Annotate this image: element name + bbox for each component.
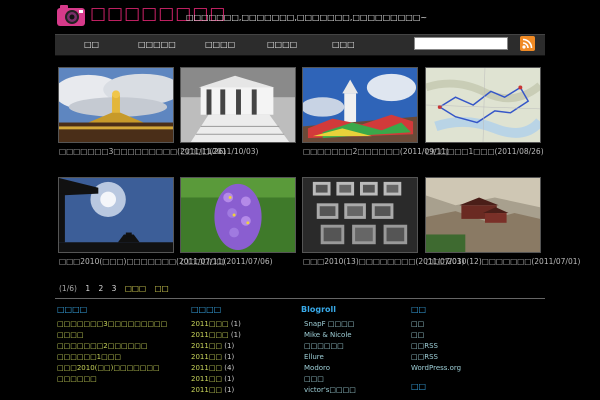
post-thumbnail-1[interactable] bbox=[58, 67, 174, 143]
pagination: (1/6) 1 2 3 □□□ □□ bbox=[59, 284, 175, 293]
search-input[interactable] bbox=[414, 37, 508, 50]
meta-widget: □□ □□ □□ □□RSS □□RSS WordPress.org bbox=[411, 304, 531, 374]
nav-item-5[interactable]: □□□ bbox=[332, 35, 355, 55]
recent-post-link[interactable]: □□□□□□1□□□ bbox=[57, 352, 177, 363]
archives-heading: □□□□ bbox=[191, 305, 222, 314]
post-thumbnail-5[interactable] bbox=[58, 177, 174, 253]
post-title-7[interactable]: □□□2010(13)□□□□□□□□(2011/07/03) bbox=[303, 256, 465, 268]
recent-post-link[interactable]: □□□□□□ bbox=[57, 374, 177, 385]
page-link-1[interactable]: 1 bbox=[85, 284, 90, 293]
archive-link[interactable]: 2011□□□ (1) bbox=[191, 319, 311, 330]
archive-link[interactable]: 2011□□ (4) bbox=[191, 363, 311, 374]
blogroll-link[interactable]: victor's□□□□ bbox=[301, 385, 421, 396]
blogroll-link[interactable]: Mike & Nicole bbox=[301, 330, 421, 341]
meta-link[interactable]: □□ bbox=[411, 319, 531, 330]
post-thumbnail-7[interactable] bbox=[302, 177, 418, 253]
recent-post-link[interactable]: □□□□□□□3□□□□□□□□□ bbox=[57, 319, 177, 330]
post-thumbnail-3[interactable] bbox=[302, 67, 418, 143]
recent-post-link[interactable]: □□□□ bbox=[57, 330, 177, 341]
post-title-4[interactable]: □□□□□□1□□□(2011/08/26) bbox=[426, 146, 548, 158]
rss-icon[interactable] bbox=[520, 36, 535, 51]
blogroll-link[interactable]: □□□□□□ bbox=[301, 341, 421, 352]
nav-item-4[interactable]: □□□□ bbox=[267, 35, 297, 55]
recent-posts-heading: □□□□ bbox=[57, 305, 88, 314]
post-thumbnail-6[interactable] bbox=[180, 177, 296, 253]
recent-post-link[interactable]: □□□□□□□2□□□□□□ bbox=[57, 341, 177, 352]
archive-link[interactable]: 2011□□ (1) bbox=[191, 341, 311, 352]
pagination-info: (1/6) bbox=[59, 284, 77, 293]
post-title-3[interactable]: □□□□□□□2□□□□□□(2011/09/11) bbox=[303, 146, 449, 158]
archives-widget: □□□□ 2011□□□ (1) 2011□□□ (1) 2011□□ (1) … bbox=[191, 304, 311, 396]
blogroll-link[interactable]: SnapF □□□□ bbox=[301, 319, 421, 330]
meta-link[interactable]: □□ bbox=[411, 330, 531, 341]
blogroll-heading: Blogroll bbox=[301, 305, 336, 314]
page-link-2[interactable]: 2 bbox=[99, 284, 104, 293]
meta-heading: □□ bbox=[411, 305, 427, 314]
post-title-5[interactable]: □□□2010(□□□)□□□□□□□(2011/07/11) bbox=[59, 256, 225, 268]
post-title-2[interactable]: □□□□(2011/10/03) bbox=[181, 146, 303, 158]
nav-item-3[interactable]: □□□□ bbox=[205, 35, 235, 55]
blogroll-link[interactable]: Modoro bbox=[301, 363, 421, 374]
post-title-6[interactable]: □□□□□□(2011/07/06) bbox=[181, 256, 303, 268]
next-page-link[interactable]: □□□ bbox=[125, 284, 146, 293]
site-header: □□□□□□□□ □□□□□□□,□□□□□□□,□□□□□□□,□□□□□□□… bbox=[0, 0, 600, 34]
blogroll-link[interactable]: □□□ bbox=[301, 374, 421, 385]
content-divider bbox=[55, 298, 545, 299]
recent-post-link[interactable]: □□□2010(□□)□□□□□□□ bbox=[57, 363, 177, 374]
post-thumbnail-2[interactable] bbox=[180, 67, 296, 143]
nav-item-home[interactable]: □□ bbox=[84, 35, 99, 55]
site-tagline: □□□□□□□,□□□□□□□,□□□□□□□,□□□□□□□□□~ bbox=[186, 13, 428, 22]
archive-link[interactable]: 2011□□ (1) bbox=[191, 385, 311, 396]
post-title-1[interactable]: □□□□□□□3□□□□□□□□□(2011/11/26) bbox=[59, 146, 226, 158]
post-thumbnail-4[interactable] bbox=[425, 67, 541, 143]
page-link-3[interactable]: 3 bbox=[112, 284, 117, 293]
meta-link[interactable]: WordPress.org bbox=[411, 363, 531, 374]
nav-item-2[interactable]: □□□□□ bbox=[138, 35, 176, 55]
post-title-8[interactable]: □□□2010(12)□□□□□□□(2011/07/01) bbox=[426, 256, 580, 268]
archive-link[interactable]: 2011□□ (1) bbox=[191, 352, 311, 363]
meta-link[interactable]: □□RSS bbox=[411, 341, 531, 352]
second-widget-heading: □□ bbox=[411, 382, 427, 391]
meta-link[interactable]: □□RSS bbox=[411, 352, 531, 363]
last-page-link[interactable]: □□ bbox=[155, 284, 169, 293]
post-thumbnail-8[interactable] bbox=[425, 177, 541, 253]
recent-posts-widget: □□□□ □□□□□□□3□□□□□□□□□ □□□□ □□□□□□□2□□□□… bbox=[57, 304, 177, 385]
blogroll-link[interactable]: Ellure bbox=[301, 352, 421, 363]
blogroll-widget: Blogroll SnapF □□□□ Mike & Nicole □□□□□□… bbox=[301, 304, 421, 396]
camera-icon[interactable] bbox=[56, 3, 86, 27]
archive-link[interactable]: 2011□□ (1) bbox=[191, 374, 311, 385]
archive-link[interactable]: 2011□□□ (1) bbox=[191, 330, 311, 341]
